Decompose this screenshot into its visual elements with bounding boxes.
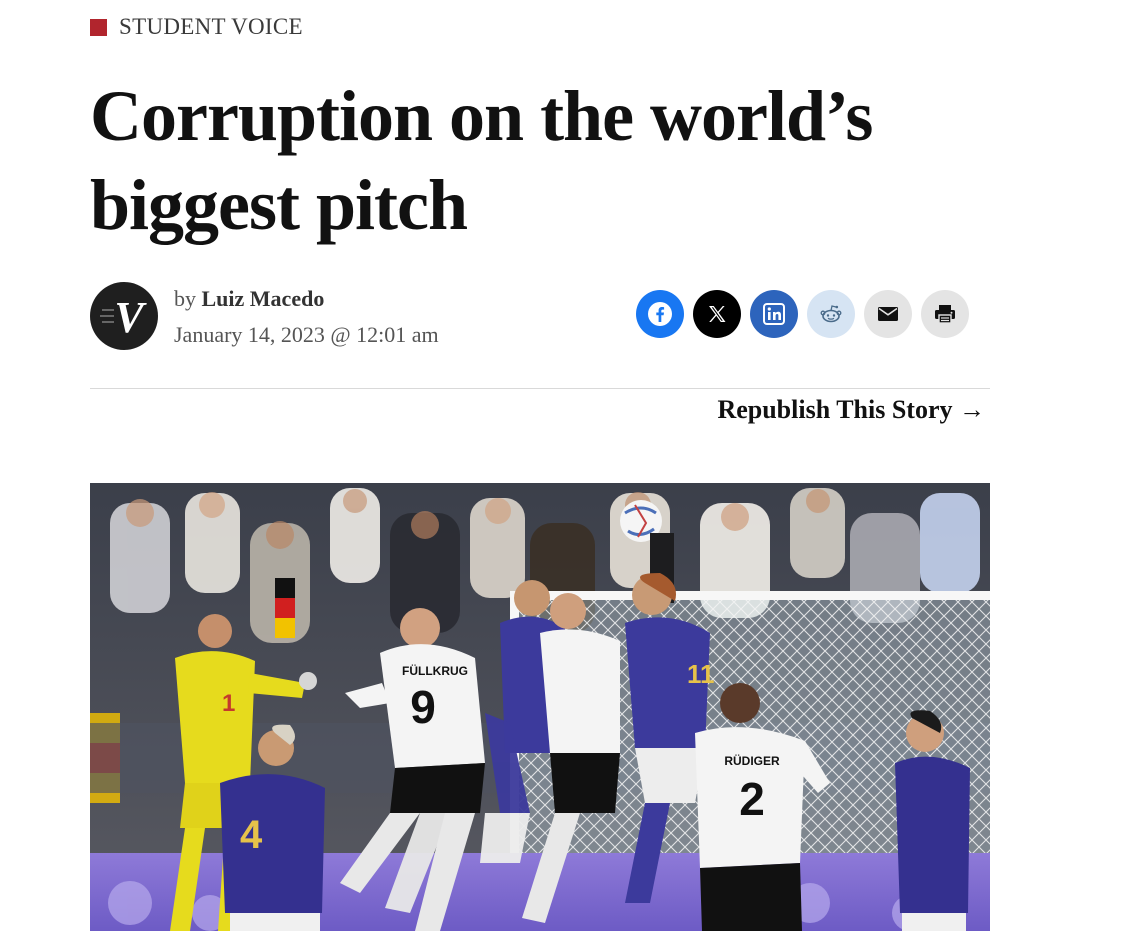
share-linkedin-button[interactable]: [750, 290, 798, 338]
x-icon: [709, 306, 726, 322]
category-text: STUDENT VOICE: [119, 14, 303, 39]
share-x-button[interactable]: [693, 290, 741, 338]
republish-link[interactable]: Republish This Story →: [717, 395, 985, 425]
share-reddit-button[interactable]: [807, 290, 855, 338]
divider: [90, 388, 990, 389]
category-square: [90, 18, 107, 36]
svg-text:RÜDIGER: RÜDIGER: [724, 753, 780, 768]
reddit-icon: [820, 305, 842, 323]
featured-image[interactable]: 1 4 FÜLLKRUG 9 11 RÜDIGER 2: [90, 483, 990, 931]
email-icon: [878, 307, 898, 321]
byline-prefix: by: [174, 286, 196, 311]
svg-text:11: 11: [687, 659, 715, 689]
linkedin-icon: [763, 303, 785, 325]
facebook-icon: [648, 302, 672, 326]
v-logo-icon: V: [100, 293, 147, 342]
category-label[interactable]: STUDENT VOICE: [90, 14, 303, 40]
share-buttons: [636, 290, 969, 338]
print-icon: [935, 305, 955, 324]
author-avatar[interactable]: V: [90, 282, 158, 350]
article-title: Corruption on the world’s biggest pitch: [90, 76, 873, 245]
author-line: by Luiz Macedo: [174, 286, 439, 312]
svg-text:V: V: [114, 293, 147, 342]
share-facebook-button[interactable]: [636, 290, 684, 338]
svg-text:4: 4: [240, 813, 263, 857]
byline-meta: by Luiz Macedo January 14, 2023 @ 12:01 …: [174, 282, 439, 348]
svg-text:9: 9: [410, 681, 436, 733]
publish-date: January 14, 2023 @ 12:01 am: [174, 322, 439, 347]
author-name[interactable]: Luiz Macedo: [202, 286, 325, 311]
share-email-button[interactable]: [864, 290, 912, 338]
svg-text:1: 1: [222, 690, 235, 717]
print-button[interactable]: [921, 290, 969, 338]
soccer-match-photo: 1 4 FÜLLKRUG 9 11 RÜDIGER 2: [90, 483, 990, 931]
byline: V by Luiz Macedo January 14, 2023 @ 12:0…: [90, 282, 439, 350]
svg-text:FÜLLKRUG: FÜLLKRUG: [402, 663, 468, 678]
svg-text:2: 2: [739, 773, 765, 825]
